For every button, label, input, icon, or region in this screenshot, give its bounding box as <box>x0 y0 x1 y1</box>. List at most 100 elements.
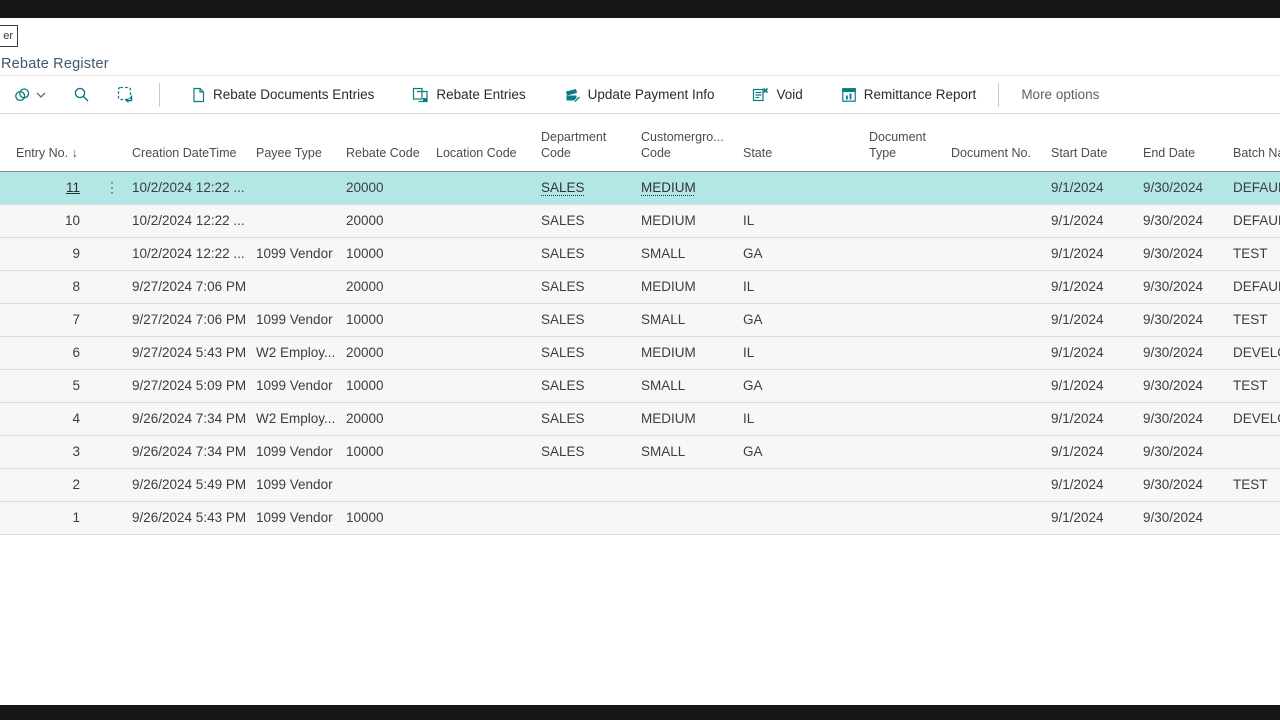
cell-rebate[interactable]: 20000 <box>344 402 434 435</box>
cell-location[interactable] <box>434 336 539 369</box>
cell-menu[interactable] <box>94 501 130 534</box>
cell-start[interactable]: 9/1/2024 <box>1049 171 1141 204</box>
cell-rebate[interactable]: 10000 <box>344 303 434 336</box>
column-header-department[interactable]: Department Code <box>539 114 639 171</box>
table-row-entry-10[interactable]: 1010/2/2024 12:22 ...20000SALESMEDIUMIL9… <box>0 204 1280 237</box>
cell-entry_no[interactable]: 10 <box>0 204 94 237</box>
cell-batch[interactable]: TEST <box>1231 303 1280 336</box>
action-remittance-report[interactable]: Remittance Report <box>841 87 977 103</box>
table-row-entry-2[interactable]: 29/26/2024 5:49 PM1099 Vendor9/1/20249/3… <box>0 468 1280 501</box>
cell-location[interactable] <box>434 270 539 303</box>
cell-start[interactable]: 9/1/2024 <box>1049 270 1141 303</box>
cell-batch[interactable]: DEFAUL <box>1231 171 1280 204</box>
cell-end[interactable]: 9/30/2024 <box>1141 171 1231 204</box>
cell-creation[interactable]: 9/27/2024 5:09 PM <box>130 369 254 402</box>
action-rebate-entries[interactable]: Rebate Entries <box>412 87 525 103</box>
cell-docno[interactable] <box>949 369 1049 402</box>
cell-location[interactable] <box>434 303 539 336</box>
cell-batch[interactable]: DEVELO <box>1231 402 1280 435</box>
table-row-entry-1[interactable]: 19/26/2024 5:43 PM1099 Vendor100009/1/20… <box>0 501 1280 534</box>
cell-department[interactable]: SALES <box>539 435 639 468</box>
cell-docno[interactable] <box>949 237 1049 270</box>
cell-docno[interactable] <box>949 336 1049 369</box>
cell-payee[interactable]: 1099 Vendor <box>254 501 344 534</box>
cell-batch[interactable]: DEVELO <box>1231 336 1280 369</box>
cell-doctype[interactable] <box>867 270 949 303</box>
cell-menu[interactable]: ⋮ <box>94 171 130 204</box>
cell-entry_no[interactable]: 9 <box>0 237 94 270</box>
cell-doctype[interactable] <box>867 435 949 468</box>
cell-customergroup[interactable]: MEDIUM <box>639 402 741 435</box>
cell-location[interactable] <box>434 501 539 534</box>
column-header-state[interactable]: State <box>741 114 867 171</box>
cell-payee[interactable] <box>254 204 344 237</box>
cell-end[interactable]: 9/30/2024 <box>1141 237 1231 270</box>
cell-department[interactable]: SALES <box>539 237 639 270</box>
cell-department[interactable]: SALES <box>539 204 639 237</box>
analysis-mode-button[interactable] <box>117 86 134 103</box>
more-options-button[interactable]: More options <box>1021 87 1099 102</box>
cell-customergroup[interactable] <box>639 501 741 534</box>
cell-batch[interactable]: TEST <box>1231 237 1280 270</box>
cell-start[interactable]: 9/1/2024 <box>1049 303 1141 336</box>
row-kebab-menu-icon[interactable]: ⋮ <box>96 179 128 196</box>
cell-location[interactable] <box>434 369 539 402</box>
cell-state[interactable] <box>741 171 867 204</box>
cell-docno[interactable] <box>949 501 1049 534</box>
cell-start[interactable]: 9/1/2024 <box>1049 237 1141 270</box>
cell-rebate[interactable]: 20000 <box>344 270 434 303</box>
cell-batch[interactable]: DEFAUL <box>1231 204 1280 237</box>
cell-state[interactable]: GA <box>741 303 867 336</box>
cell-location[interactable] <box>434 204 539 237</box>
cell-doctype[interactable] <box>867 204 949 237</box>
column-header-batch[interactable]: Batch Na <box>1231 114 1280 171</box>
cell-department[interactable]: SALES <box>539 369 639 402</box>
cell-doctype[interactable] <box>867 303 949 336</box>
cell-end[interactable]: 9/30/2024 <box>1141 303 1231 336</box>
cell-doctype[interactable] <box>867 501 949 534</box>
cell-customergroup[interactable]: MEDIUM <box>639 270 741 303</box>
cell-entry_no[interactable]: 5 <box>0 369 94 402</box>
cell-entry_no[interactable]: 4 <box>0 402 94 435</box>
cell-docno[interactable] <box>949 270 1049 303</box>
cell-docno[interactable] <box>949 435 1049 468</box>
cell-location[interactable] <box>434 171 539 204</box>
column-header-docno[interactable]: Document No. <box>949 114 1049 171</box>
cell-doctype[interactable] <box>867 336 949 369</box>
cell-payee[interactable] <box>254 171 344 204</box>
table-row-entry-3[interactable]: 39/26/2024 7:34 PM1099 Vendor10000SALESS… <box>0 435 1280 468</box>
cell-end[interactable]: 9/30/2024 <box>1141 402 1231 435</box>
cell-batch[interactable] <box>1231 501 1280 534</box>
cell-payee[interactable]: W2 Employ... <box>254 336 344 369</box>
cell-department[interactable]: SALES <box>539 303 639 336</box>
cell-rebate[interactable]: 20000 <box>344 204 434 237</box>
cell-customergroup[interactable] <box>639 468 741 501</box>
cell-entry_no[interactable]: 7 <box>0 303 94 336</box>
table-row-entry-11[interactable]: 11⋮10/2/2024 12:22 ...20000SALESMEDIUM9/… <box>0 171 1280 204</box>
table-row-entry-4[interactable]: 49/26/2024 7:34 PMW2 Employ...20000SALES… <box>0 402 1280 435</box>
cell-docno[interactable] <box>949 468 1049 501</box>
cell-batch[interactable]: TEST <box>1231 369 1280 402</box>
cell-creation[interactable]: 9/26/2024 5:43 PM <box>130 501 254 534</box>
table-row-entry-8[interactable]: 89/27/2024 7:06 PM20000SALESMEDIUMIL9/1/… <box>0 270 1280 303</box>
cell-department[interactable]: SALES <box>539 171 639 204</box>
cell-rebate[interactable]: 10000 <box>344 237 434 270</box>
cell-payee[interactable] <box>254 270 344 303</box>
cell-menu[interactable] <box>94 369 130 402</box>
cell-doctype[interactable] <box>867 369 949 402</box>
cell-state[interactable]: IL <box>741 402 867 435</box>
search-button[interactable] <box>73 86 90 103</box>
column-header-payee[interactable]: Payee Type <box>254 114 344 171</box>
cell-doctype[interactable] <box>867 237 949 270</box>
cell-menu[interactable] <box>94 270 130 303</box>
cell-menu[interactable] <box>94 468 130 501</box>
cell-state[interactable] <box>741 501 867 534</box>
column-header-location[interactable]: Location Code <box>434 114 539 171</box>
cell-rebate[interactable]: 10000 <box>344 435 434 468</box>
cell-creation[interactable]: 10/2/2024 12:22 ... <box>130 204 254 237</box>
cell-entry_no[interactable]: 2 <box>0 468 94 501</box>
cell-docno[interactable] <box>949 303 1049 336</box>
column-header-rebate[interactable]: Rebate Code <box>344 114 434 171</box>
cell-creation[interactable]: 9/27/2024 7:06 PM <box>130 303 254 336</box>
cell-creation[interactable]: 9/26/2024 5:49 PM <box>130 468 254 501</box>
